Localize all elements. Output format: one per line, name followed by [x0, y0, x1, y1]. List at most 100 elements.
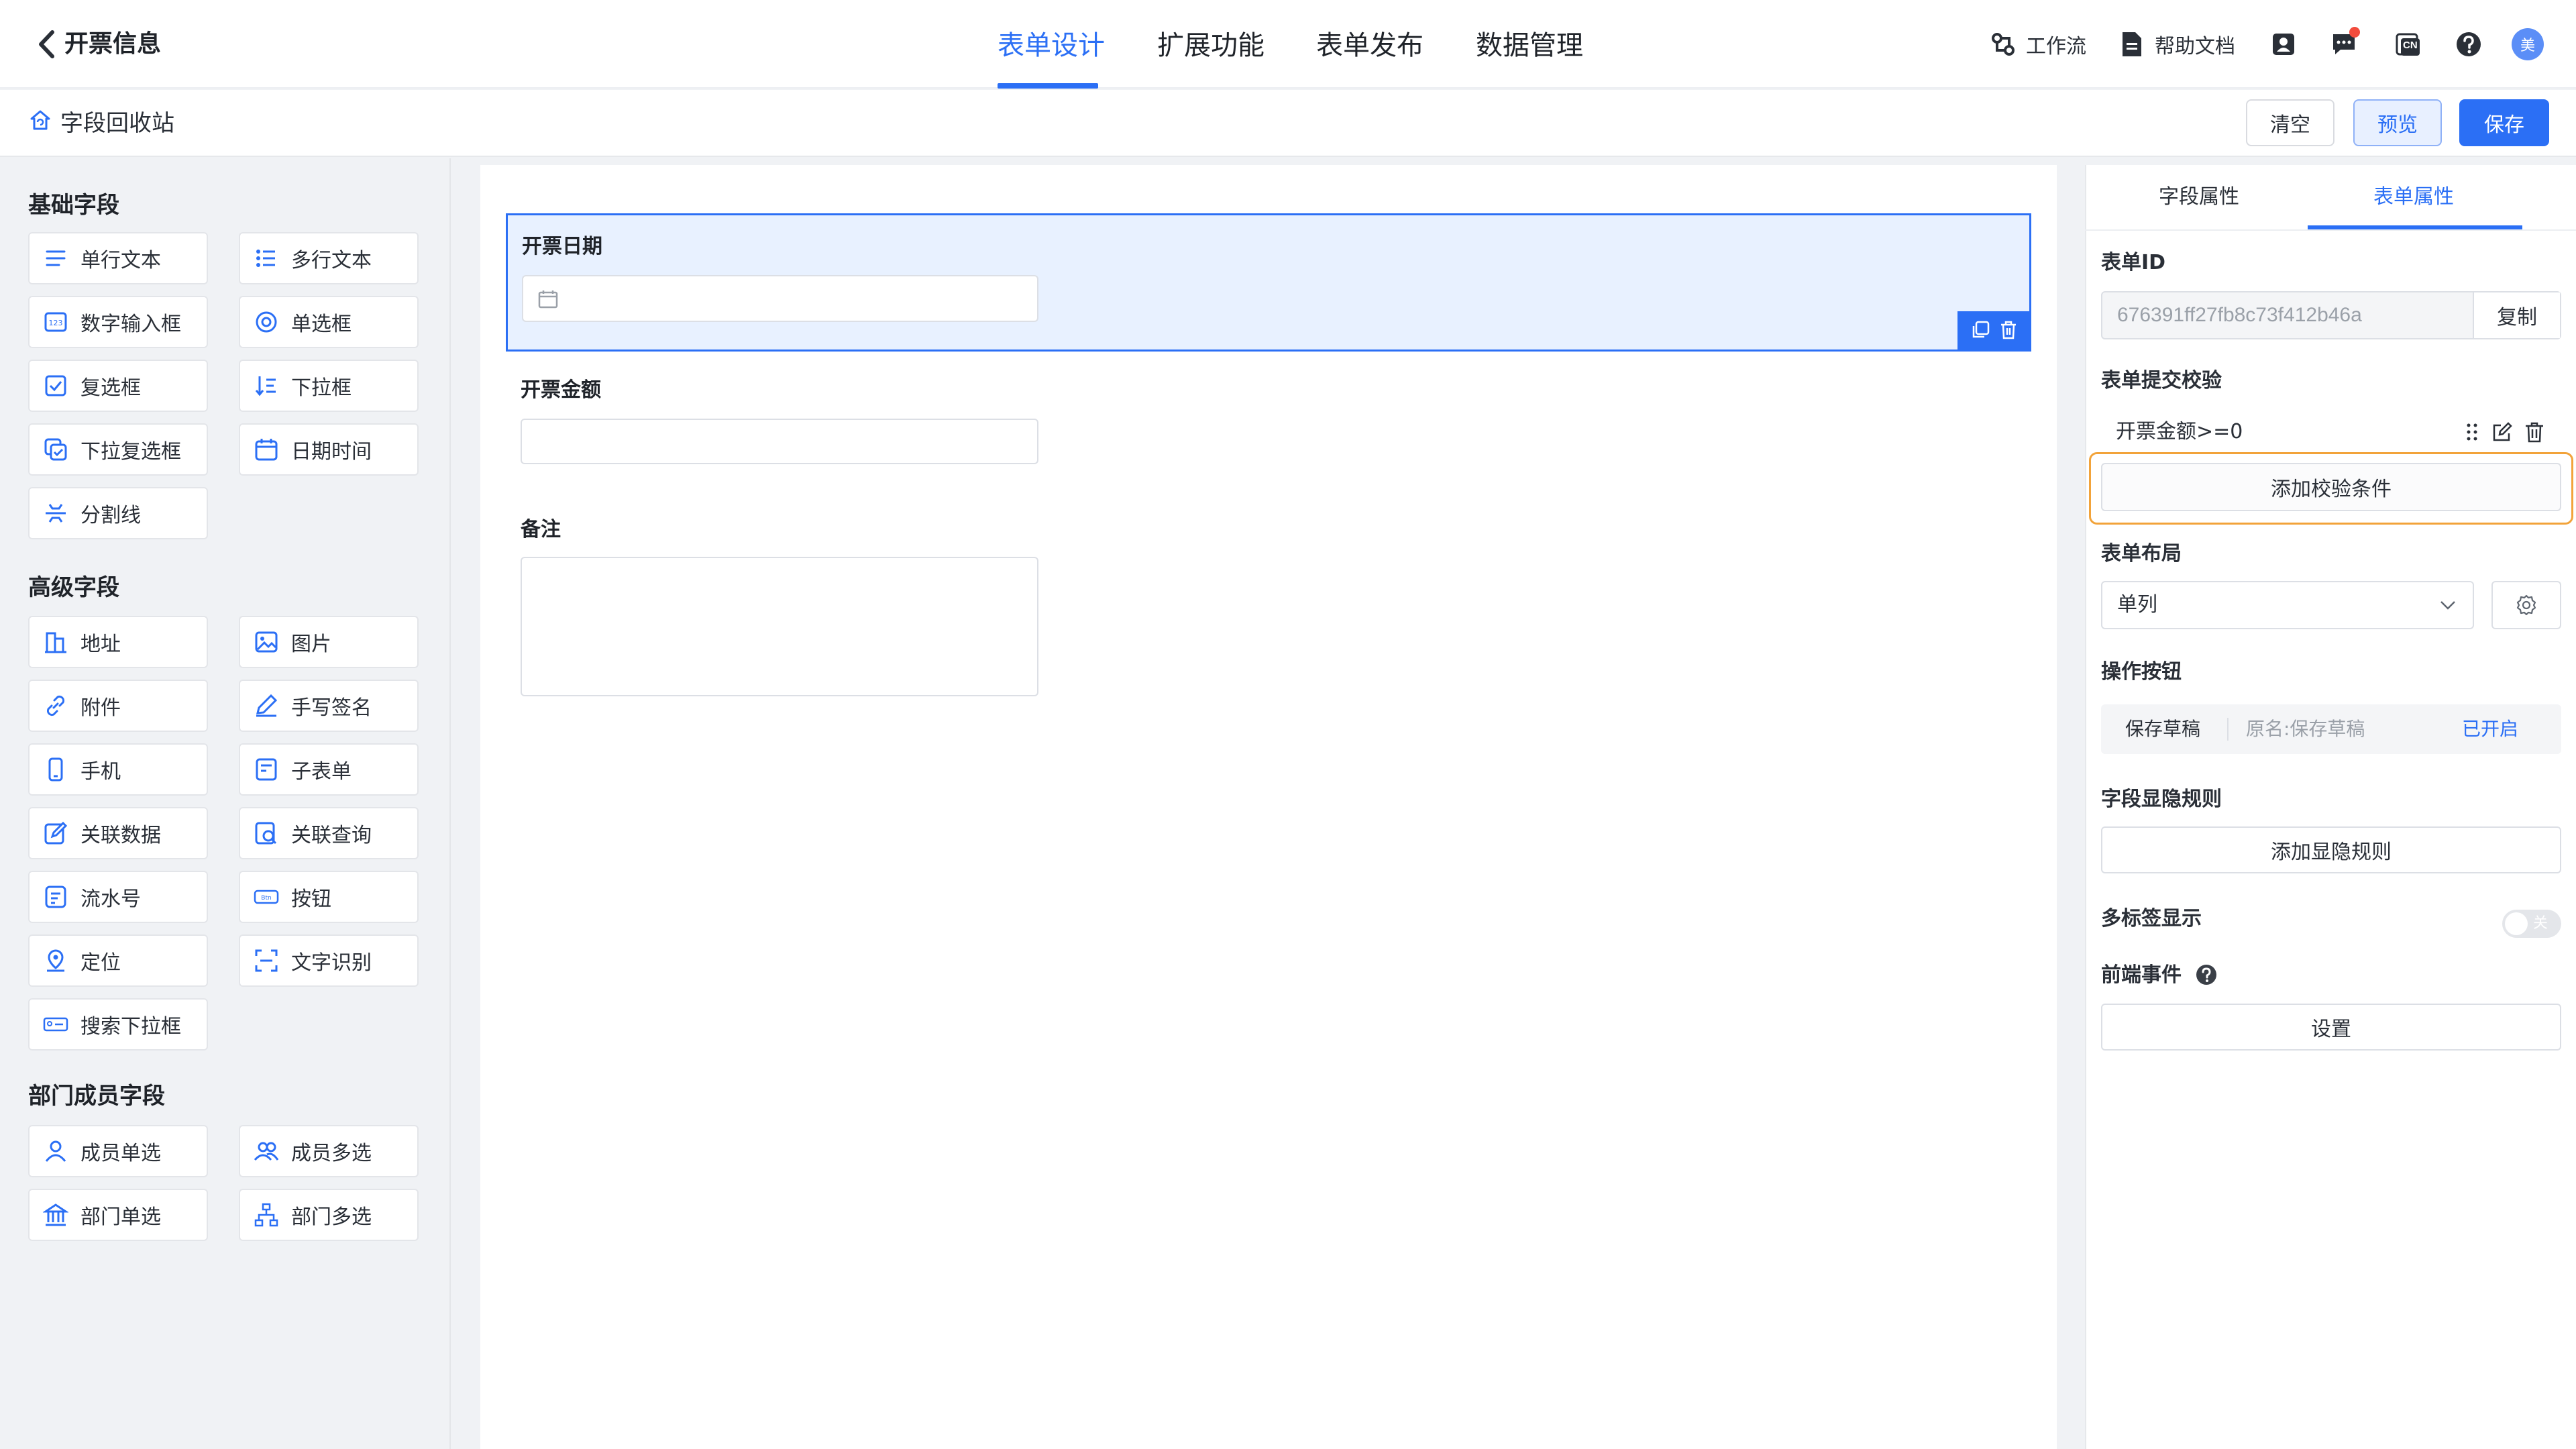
palette-serial-number[interactable]: 流水号 — [28, 871, 208, 923]
radio-icon — [256, 311, 277, 333]
multi-tab-toggle[interactable]: 关 — [2502, 910, 2561, 938]
palette-button[interactable]: Btn 按钮 — [239, 871, 419, 923]
invoice-date-input[interactable] — [522, 275, 1038, 322]
palette-label: 流水号 — [80, 888, 141, 911]
palette-ocr[interactable]: 文字识别 — [239, 934, 419, 987]
palette-related-query[interactable]: 关联查询 — [239, 807, 419, 859]
palette-label: 多行文本 — [291, 249, 372, 272]
palette-related-data[interactable]: 关联数据 — [28, 807, 208, 859]
field-recycle-bin[interactable]: 字段回收站 — [30, 107, 174, 140]
palette-dept-multi[interactable]: 部门多选 — [239, 1189, 419, 1241]
copy-button[interactable]: 复制 — [2473, 292, 2560, 338]
tab-form-design[interactable]: 表单设计 — [998, 27, 1105, 64]
back-arrow-icon[interactable] — [35, 28, 58, 60]
palette-member-single[interactable]: 成员单选 — [28, 1125, 208, 1177]
question-icon[interactable] — [2195, 963, 2218, 986]
toggle-knob — [2505, 912, 2528, 935]
palette-datetime[interactable]: 日期时间 — [239, 423, 419, 476]
form-canvas — [480, 165, 2057, 1449]
help-button[interactable] — [2455, 27, 2482, 62]
language-icon: CN — [2395, 31, 2422, 58]
preview-button[interactable]: 预览 — [2353, 99, 2442, 146]
palette-number-input[interactable]: 123 数字输入框 — [28, 296, 208, 348]
palette-dropdown-multi[interactable]: 下拉复选框 — [28, 423, 208, 476]
palette-address[interactable]: 地址 — [28, 616, 208, 668]
serial-icon — [45, 885, 66, 908]
active-tab-underline — [2308, 225, 2522, 229]
form-id-label: 表单ID — [2101, 251, 2166, 274]
palette-search-dropdown[interactable]: 搜索下拉框 — [28, 998, 208, 1051]
palette-attachment[interactable]: 附件 — [28, 680, 208, 732]
edit-icon[interactable] — [2491, 421, 2513, 443]
layout-label: 表单布局 — [2101, 542, 2182, 566]
drag-handle-icon[interactable] — [2465, 421, 2481, 443]
tab-data-management[interactable]: 数据管理 — [1476, 27, 1583, 64]
palette-dept-single[interactable]: 部门单选 — [28, 1189, 208, 1241]
tab-extensions[interactable]: 扩展功能 — [1157, 27, 1265, 64]
action-status-link[interactable]: 已开启 — [2462, 715, 2518, 743]
workflow-icon — [1990, 31, 2017, 58]
calendar-icon — [538, 290, 558, 309]
bank-icon — [43, 1203, 68, 1226]
field-label-invoice-amount: 开票金额 — [521, 378, 601, 402]
avatar[interactable]: 美 — [2512, 28, 2544, 60]
search-select-icon — [43, 1017, 68, 1032]
palette-label: 搜索下拉框 — [80, 1015, 181, 1038]
palette-dropdown[interactable]: 下拉框 — [239, 360, 419, 412]
palette-label: 单行文本 — [80, 249, 161, 272]
gear-icon — [2516, 594, 2536, 616]
help-docs-link[interactable]: 帮助文档 — [2118, 27, 2235, 62]
text-lines-icon — [46, 250, 66, 266]
building-icon — [45, 632, 66, 653]
language-switch[interactable]: CN — [2395, 27, 2422, 62]
palette-radio[interactable]: 单选框 — [239, 296, 419, 348]
add-validation-button[interactable]: 添加校验条件 — [2101, 463, 2561, 511]
add-visibility-rule-button[interactable]: 添加显隐规则 — [2101, 826, 2561, 873]
tab-form-properties[interactable]: 表单属性 — [2373, 181, 2454, 213]
divider-icon — [46, 504, 66, 523]
basic-fields-title: 基础字段 — [28, 192, 119, 219]
palette-signature[interactable]: 手写签名 — [239, 680, 419, 732]
palette-divider[interactable]: 分割线 — [28, 487, 208, 539]
tab-form-publish[interactable]: 表单发布 — [1316, 27, 1424, 64]
palette-member-multi[interactable]: 成员多选 — [239, 1125, 419, 1177]
field-label-invoice-date: 开票日期 — [522, 235, 602, 258]
checkbox-icon — [45, 375, 66, 396]
messages-button[interactable] — [2330, 27, 2360, 62]
palette-subform[interactable]: 子表单 — [239, 743, 419, 796]
palette-single-line-text[interactable]: 单行文本 — [28, 232, 208, 284]
tab-field-properties[interactable]: 字段属性 — [2159, 181, 2239, 213]
sort-list-icon — [255, 376, 276, 396]
palette-label: 下拉框 — [291, 376, 352, 400]
multi-tab-label: 多标签显示 — [2101, 907, 2202, 930]
workflow-link[interactable]: 工作流 — [1990, 27, 2086, 62]
remarks-textarea[interactable] — [521, 557, 1038, 696]
palette-phone[interactable]: 手机 — [28, 743, 208, 796]
trash-icon[interactable] — [1999, 321, 2018, 342]
dept-member-fields-title: 部门成员字段 — [28, 1083, 165, 1110]
validation-rule: 开票金额>=0 — [2116, 420, 2243, 443]
form-id-value: 676391ff27fb8c73f412b46a — [2117, 304, 2362, 326]
palette-image[interactable]: 图片 — [239, 616, 419, 668]
palette-label: 图片 — [291, 633, 331, 656]
invoice-amount-input[interactable] — [521, 419, 1038, 464]
palette-label: 单选框 — [291, 313, 352, 336]
layout-value: 单列 — [2117, 593, 2157, 616]
active-tab-indicator — [998, 83, 1098, 89]
save-button[interactable]: 保存 — [2459, 99, 2549, 146]
palette-location[interactable]: 定位 — [28, 934, 208, 987]
recycle-bin-icon — [30, 107, 51, 140]
frontend-settings-button[interactable]: 设置 — [2101, 1004, 2561, 1051]
clear-button[interactable]: 清空 — [2246, 99, 2334, 146]
palette-multi-line-text[interactable]: 多行文本 — [239, 232, 419, 284]
palette-label: 附件 — [80, 696, 121, 720]
palette-label: 成员单选 — [80, 1142, 161, 1165]
contacts-button[interactable] — [2270, 27, 2297, 62]
trash-icon[interactable] — [2524, 421, 2545, 443]
layout-settings-button[interactable] — [2491, 581, 2561, 629]
workflow-label: 工作流 — [2026, 35, 2086, 58]
edit-link-icon — [44, 821, 68, 845]
copy-icon[interactable] — [1971, 321, 1990, 342]
palette-checkbox[interactable]: 复选框 — [28, 360, 208, 412]
palette-label: 地址 — [80, 633, 121, 656]
